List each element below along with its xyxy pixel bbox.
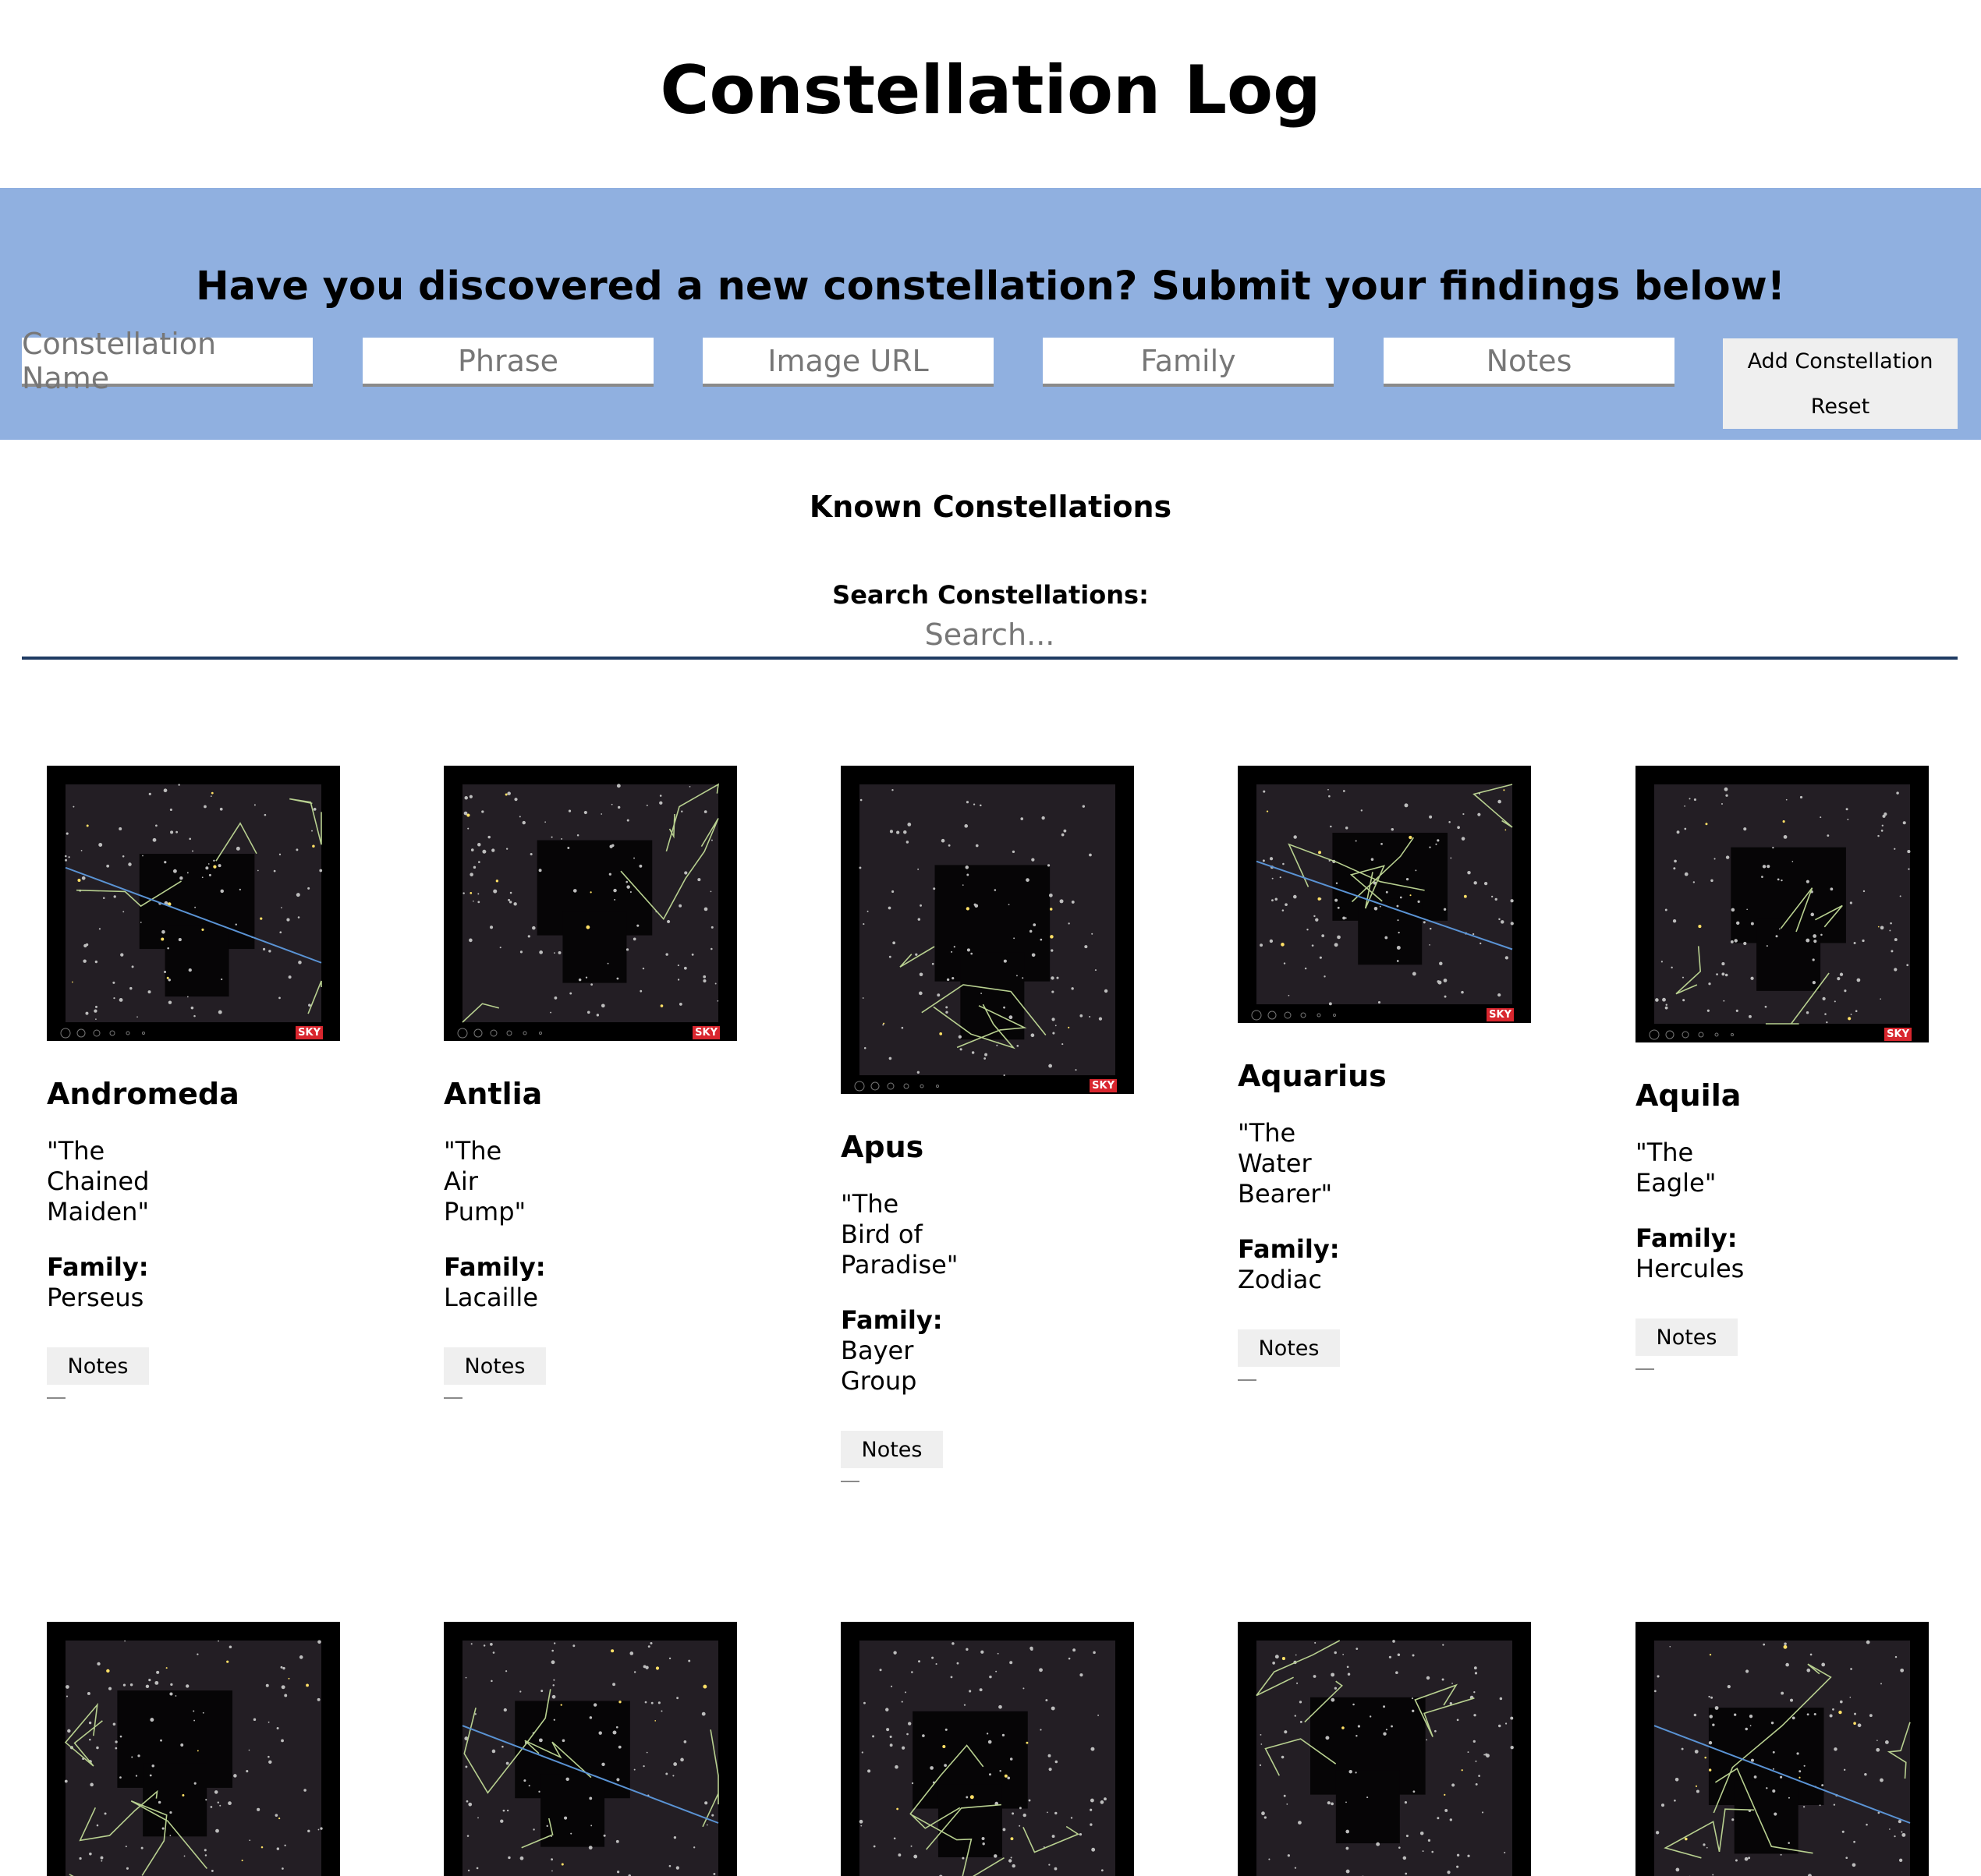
constellation-image: SKY: [444, 766, 737, 1041]
sky-badge: SKY: [693, 1026, 720, 1039]
family-value: Lacaille: [444, 1283, 538, 1312]
sky-badge: SKY: [1090, 1079, 1117, 1092]
constellation-card: [444, 1622, 737, 1876]
constellation-name: Apus: [841, 1130, 924, 1164]
constellation-card: [841, 1622, 1134, 1876]
notes-divider: [47, 1397, 66, 1399]
reset-button[interactable]: Reset: [1811, 395, 1869, 419]
constellation-card: SKY Andromeda "The Chained Maiden" Famil…: [47, 766, 340, 1399]
notes-divider: [841, 1481, 859, 1482]
constellation-image: [841, 1622, 1134, 1876]
page-title: Constellation Log: [660, 51, 1321, 129]
constellation-name: Andromeda: [47, 1077, 239, 1111]
sky-badge: SKY: [296, 1026, 323, 1039]
constellation-name: Aquarius: [1238, 1059, 1387, 1093]
family-label: Family:: [47, 1252, 149, 1282]
notes-input[interactable]: Notes: [1384, 338, 1674, 387]
notes-divider: [1238, 1379, 1256, 1381]
notes-button[interactable]: Notes: [1238, 1329, 1340, 1367]
known-constellations-heading: Known Constellations: [809, 490, 1172, 524]
sky-badge: SKY: [1884, 1028, 1912, 1041]
constellation-phrase: "The Eagle": [1635, 1138, 1717, 1198]
family-value: Bayer Group: [841, 1336, 917, 1396]
constellation-card: SKY Antlia "The Air Pump" Family: Lacail…: [444, 766, 737, 1399]
search-input[interactable]: Search...: [22, 614, 1958, 660]
notes-button[interactable]: Notes: [444, 1347, 546, 1385]
constellation-image: SKY: [1635, 766, 1929, 1042]
family-input[interactable]: Family: [1043, 338, 1334, 387]
constellation-phrase: "The Water Bearer": [1238, 1118, 1333, 1209]
constellation-card: SKY Aquarius "The Water Bearer" Family: …: [1238, 766, 1531, 1381]
constellation-card: [1635, 1622, 1929, 1876]
constellation-card: SKY Aquila "The Eagle" Family: Hercules …: [1635, 766, 1929, 1370]
constellation-card: [47, 1622, 340, 1876]
constellation-image: [1238, 1622, 1531, 1876]
form-buttons: Add Constellation Reset: [1723, 338, 1958, 429]
family-value: Perseus: [47, 1283, 144, 1312]
submission-form: Have you discovered a new constellation?…: [0, 188, 1981, 440]
family-label: Family:: [1238, 1234, 1340, 1264]
family-label: Family:: [1635, 1223, 1738, 1253]
sky-badge: SKY: [1487, 1008, 1514, 1021]
notes-divider: [1635, 1368, 1654, 1370]
search-label: Search Constellations:: [832, 580, 1149, 610]
constellation-phrase: "The Bird of Paradise": [841, 1189, 959, 1280]
notes-divider: [444, 1397, 462, 1399]
family-label: Family:: [444, 1252, 546, 1282]
family-value: Hercules: [1635, 1254, 1745, 1283]
constellation-image: [1635, 1622, 1929, 1876]
constellation-name: Aquila: [1635, 1078, 1742, 1113]
notes-button[interactable]: Notes: [47, 1347, 149, 1385]
constellation-card: SKY Apus "The Bird of Paradise" Family: …: [841, 766, 1134, 1482]
constellation-name: Antlia: [444, 1077, 543, 1111]
constellation-name-input[interactable]: Constellation Name: [22, 327, 313, 395]
image-url-input[interactable]: Image URL: [703, 338, 994, 387]
constellation-phrase: "The Air Pump": [444, 1136, 526, 1226]
constellation-image: [47, 1622, 340, 1876]
phrase-input[interactable]: Phrase: [363, 338, 654, 387]
notes-button[interactable]: Notes: [1635, 1319, 1738, 1356]
constellation-image: SKY: [841, 766, 1134, 1094]
family-label: Family:: [841, 1305, 943, 1335]
form-heading: Have you discovered a new constellation?…: [195, 264, 1786, 310]
constellation-image: [444, 1622, 737, 1876]
constellation-card: [1238, 1622, 1531, 1876]
constellation-image: SKY: [1238, 766, 1531, 1023]
add-constellation-button[interactable]: Add Constellation: [1748, 349, 1933, 373]
family-value: Zodiac: [1238, 1265, 1322, 1294]
notes-button[interactable]: Notes: [841, 1431, 943, 1468]
constellation-image: SKY: [47, 766, 340, 1041]
constellation-phrase: "The Chained Maiden": [47, 1136, 150, 1226]
